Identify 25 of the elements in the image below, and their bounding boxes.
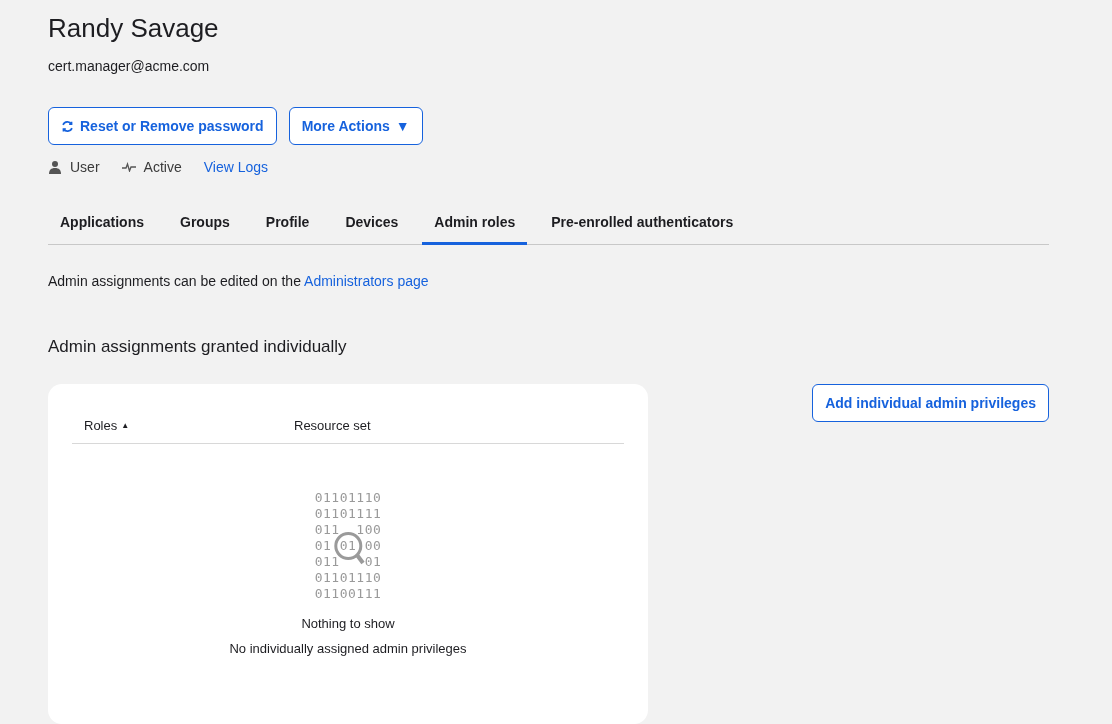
- refresh-icon: [61, 119, 74, 133]
- tab[interactable]: Groups: [168, 202, 242, 245]
- view-logs-link[interactable]: View Logs: [203, 159, 269, 175]
- tab[interactable]: Applications: [48, 202, 156, 245]
- tab[interactable]: Profile: [253, 202, 322, 245]
- column-header[interactable]: Resource set: [294, 418, 504, 433]
- person-icon: [48, 160, 62, 174]
- add-privileges-button[interactable]: Add individual admin privileges: [812, 384, 1049, 422]
- more-actions-button[interactable]: More Actions ▼: [288, 107, 423, 145]
- empty-title: Nothing to show: [301, 616, 395, 631]
- administrators-page-link[interactable]: Administrators page: [304, 273, 429, 289]
- empty-message: No individually assigned admin privileges: [229, 641, 467, 656]
- pulse-icon: [121, 162, 136, 172]
- empty-state-illustration: 01101110 01101111 011 100 01 01 00 011 01 01101110 01100111: [314, 490, 382, 602]
- column-header[interactable]: Roles ▲: [84, 418, 294, 433]
- section-title: Admin assignments granted individually: [48, 337, 348, 357]
- tab[interactable]: Devices: [333, 202, 411, 245]
- user-name: Randy Savage: [48, 12, 220, 44]
- tab[interactable]: Admin roles: [422, 202, 528, 245]
- user-status: Active: [143, 159, 182, 175]
- user-type: User: [70, 159, 100, 175]
- user-email: cert.manager@acme.com: [48, 58, 211, 74]
- notice-text: Admin assignments can be edited on the Administrators page: [48, 273, 430, 289]
- reset-password-button[interactable]: Reset or Remove password: [48, 107, 277, 145]
- tab[interactable]: Pre-enrolled authenticators: [539, 202, 746, 245]
